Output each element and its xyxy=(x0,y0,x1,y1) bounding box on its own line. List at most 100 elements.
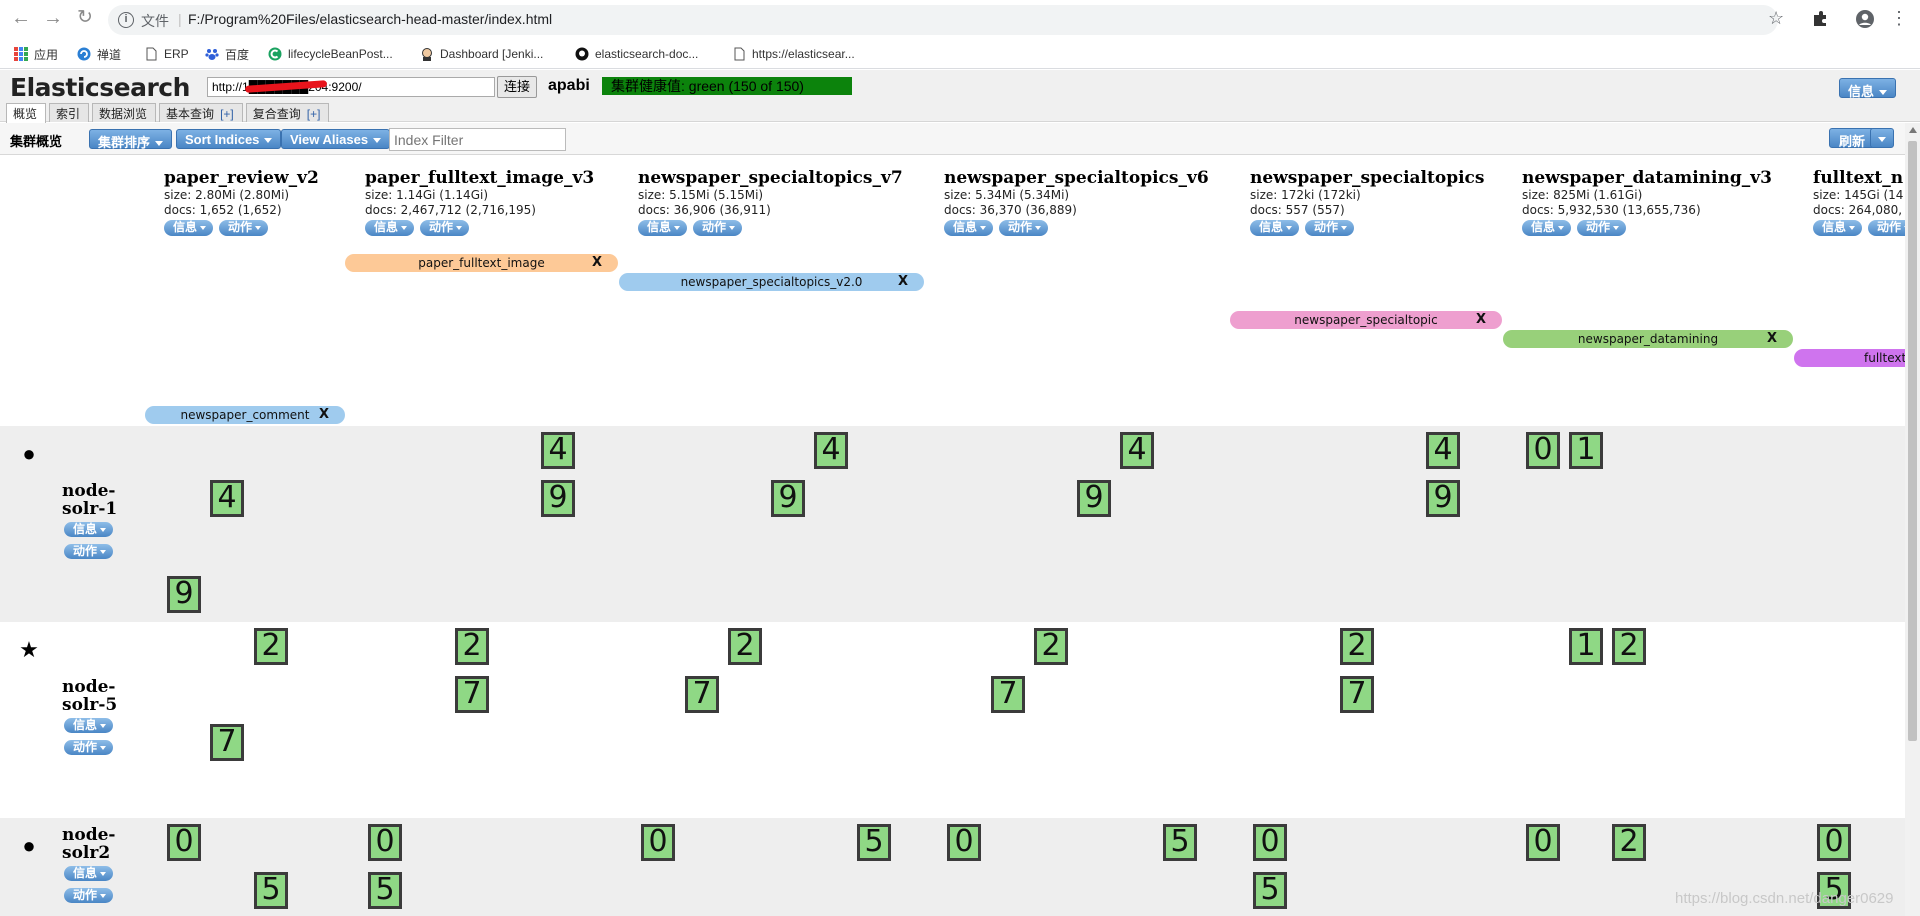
shard[interactable]: 7 xyxy=(685,676,719,713)
index-action-button[interactable]: 动作 xyxy=(420,220,470,236)
shard[interactable]: 4 xyxy=(1120,432,1154,469)
index-action-button[interactable]: 动作 xyxy=(1305,220,1355,236)
shard[interactable]: 7 xyxy=(991,676,1025,713)
info-menu-button[interactable]: 信息 xyxy=(1839,78,1897,99)
alias-remove-button[interactable]: X xyxy=(1767,330,1777,348)
index-filter-input[interactable] xyxy=(389,128,566,151)
node-action-button[interactable]: 动作 xyxy=(64,544,114,559)
node-info-button[interactable]: 信息 xyxy=(64,522,114,537)
vertical-scrollbar[interactable] xyxy=(1905,123,1920,916)
green-c-icon xyxy=(268,47,282,61)
bookmark-lifecycle[interactable]: lifecycleBeanPost... xyxy=(268,44,393,64)
index-info-button[interactable]: 信息 xyxy=(164,220,214,236)
shard[interactable]: 2 xyxy=(254,628,288,665)
bookmark-star-icon[interactable]: ☆ xyxy=(1768,8,1784,29)
view-aliases-button[interactable]: View Aliases xyxy=(281,129,391,149)
tab-add-link[interactable]: [+] xyxy=(307,107,321,121)
connect-button[interactable]: 连接 xyxy=(497,76,537,98)
index-info-button[interactable]: 信息 xyxy=(944,220,994,236)
shard[interactable]: 2 xyxy=(1612,628,1646,665)
shard[interactable]: 2 xyxy=(728,628,762,665)
tab-indices[interactable]: 索引 xyxy=(49,103,90,122)
alias-remove-button[interactable]: X xyxy=(592,254,602,272)
shard[interactable]: 7 xyxy=(1340,676,1374,713)
index-info-button[interactable]: 信息 xyxy=(1250,220,1300,236)
shard[interactable]: 0 xyxy=(368,824,402,861)
index-info-button[interactable]: 信息 xyxy=(365,220,415,236)
refresh-options-button[interactable] xyxy=(1870,128,1894,148)
shard[interactable]: 2 xyxy=(1034,628,1068,665)
url-text[interactable]: F:/Program%20Files/elasticsearch-head-ma… xyxy=(188,11,552,27)
shard[interactable]: 1 xyxy=(1569,628,1603,665)
index-action-button[interactable]: 动作 xyxy=(219,220,269,236)
shard[interactable]: 1 xyxy=(1569,432,1603,469)
node-info-button[interactable]: 信息 xyxy=(64,866,114,881)
shard[interactable]: 5 xyxy=(1253,872,1287,909)
shard[interactable]: 7 xyxy=(210,724,244,761)
index-info-button[interactable]: 信息 xyxy=(1813,220,1863,236)
alias-remove-button[interactable]: X xyxy=(1476,311,1486,329)
shard[interactable]: 0 xyxy=(1526,824,1560,861)
refresh-button[interactable]: 刷新 xyxy=(1829,128,1876,149)
index-info-button[interactable]: 信息 xyxy=(638,220,688,236)
shard[interactable]: 0 xyxy=(167,824,201,861)
index-action-button[interactable]: 动作 xyxy=(999,220,1049,236)
shard[interactable]: 0 xyxy=(1253,824,1287,861)
node-action-button[interactable]: 动作 xyxy=(64,888,114,903)
bookmark-baidu[interactable]: 百度 xyxy=(205,44,249,64)
index-action-button[interactable]: 动作 xyxy=(693,220,743,236)
shard[interactable]: 7 xyxy=(455,676,489,713)
scrollbar-thumb[interactable] xyxy=(1908,141,1917,741)
scroll-up-arrow-icon[interactable] xyxy=(1909,127,1917,133)
shard[interactable]: 4 xyxy=(210,480,244,517)
shard[interactable]: 2 xyxy=(455,628,489,665)
site-info-icon[interactable]: i xyxy=(118,12,134,28)
back-arrow-icon[interactable]: ← xyxy=(10,8,32,30)
index-info-button[interactable]: 信息 xyxy=(1522,220,1572,236)
shard[interactable]: 0 xyxy=(641,824,675,861)
shard[interactable]: 5 xyxy=(368,872,402,909)
tab-compound-query[interactable]: 复合查询 [+] xyxy=(245,103,330,122)
node-info-button[interactable]: 信息 xyxy=(64,718,114,733)
reload-icon[interactable]: ↻ xyxy=(74,8,96,30)
shard[interactable]: 5 xyxy=(857,824,891,861)
cluster-sort-button[interactable]: 集群排序 xyxy=(89,129,173,150)
shard[interactable]: 4 xyxy=(814,432,848,469)
shard[interactable]: 9 xyxy=(1426,480,1460,517)
alias-remove-button[interactable]: X xyxy=(898,273,908,291)
bookmark-chandao[interactable]: 禅道 xyxy=(77,44,121,64)
shard[interactable]: 5 xyxy=(1163,824,1197,861)
tab-data-browser[interactable]: 数据浏览 xyxy=(92,103,157,122)
index-action-button[interactable]: 动作 xyxy=(1868,220,1905,236)
bookmark-jenkins[interactable]: Dashboard [Jenki... xyxy=(420,44,543,64)
forward-arrow-icon[interactable]: → xyxy=(42,8,64,30)
shard[interactable]: 9 xyxy=(167,576,201,613)
address-bar[interactable]: i 文件 | F:/Program%20Files/elasticsearch-… xyxy=(108,5,1778,35)
tab-overview[interactable]: 概览 xyxy=(6,103,47,123)
bookmark-erp[interactable]: ERP xyxy=(144,44,189,64)
tab-basic-query[interactable]: 基本查询 [+] xyxy=(159,103,243,122)
shard[interactable]: 0 xyxy=(1817,824,1851,861)
shard[interactable]: 4 xyxy=(1426,432,1460,469)
caret-down-icon xyxy=(674,225,681,230)
shard[interactable]: 0 xyxy=(1526,432,1560,469)
alias-remove-button[interactable]: X xyxy=(319,406,329,424)
bookmark-elasticsearch-doc[interactable]: elasticsearch-doc... xyxy=(575,44,698,64)
bookmark-apps[interactable]: 应用 xyxy=(14,44,58,64)
shard[interactable]: 9 xyxy=(541,480,575,517)
sort-indices-button[interactable]: Sort Indices xyxy=(176,129,282,149)
shard[interactable]: 2 xyxy=(1612,824,1646,861)
index-action-button[interactable]: 动作 xyxy=(1577,220,1627,236)
shard[interactable]: 9 xyxy=(771,480,805,517)
shard[interactable]: 4 xyxy=(541,432,575,469)
shard[interactable]: 9 xyxy=(1077,480,1111,517)
menu-kebab-icon[interactable]: ⋮ xyxy=(1888,8,1910,30)
shard[interactable]: 5 xyxy=(254,872,288,909)
shard[interactable]: 0 xyxy=(947,824,981,861)
shard[interactable]: 2 xyxy=(1340,628,1374,665)
node-action-button[interactable]: 动作 xyxy=(64,740,114,755)
profile-avatar-icon[interactable] xyxy=(1855,9,1875,29)
bookmark-elasticsearch-site[interactable]: https://elasticsear... xyxy=(732,44,855,64)
tab-add-link[interactable]: [+] xyxy=(220,107,234,121)
extension-icon[interactable] xyxy=(1810,9,1830,29)
